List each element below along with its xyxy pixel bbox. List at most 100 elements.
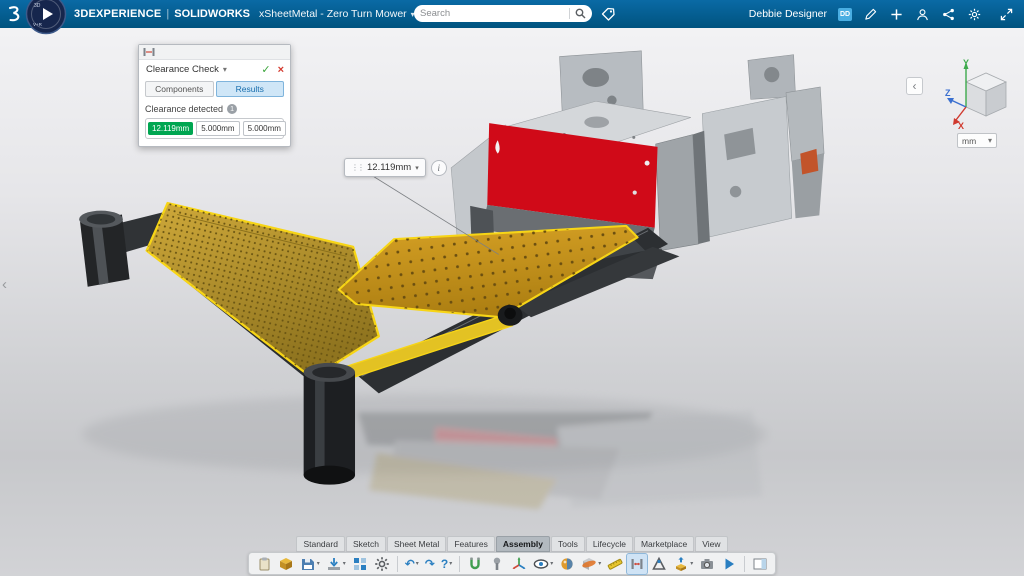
display-panel-icon [752,556,768,572]
left-panel-chevron[interactable]: ‹ [2,276,7,293]
component-icon [278,556,294,572]
top-app-bar: 3D V+R 3DEXPERIENCE | SOLIDWORKS xSheetM… [0,0,1024,28]
units-dropdown[interactable]: mm ▾ [957,133,997,148]
toolbar-separator [744,556,745,572]
section-caret-icon: ▾ [598,560,601,567]
appearance-button[interactable] [557,554,577,574]
drag-handle[interactable]: ⋮⋮ [351,163,363,172]
search-input[interactable] [420,8,564,19]
import-icon [326,556,342,572]
search-icon[interactable] [575,8,586,19]
undo-caret-icon: ▾ [416,560,419,567]
fullscreen-expand-icon[interactable] [999,7,1014,22]
model-reflection [358,410,762,509]
dialog-title-caret-icon[interactable]: ▾ [223,65,227,74]
model-front-post[interactable] [304,363,355,485]
cancel-button[interactable]: × [278,64,284,76]
help-button[interactable]: ? ▾ [439,554,454,574]
user-avatar-badge[interactable]: DD [838,8,852,21]
status-label: Clearance detected [145,104,223,114]
fastener-button[interactable] [487,554,507,574]
tab-results[interactable]: Results [216,81,285,97]
pattern-button[interactable] [350,554,370,574]
undo-button[interactable]: ↶ ▾ [403,554,421,574]
toolbar-separator [397,556,398,572]
redo-button[interactable]: ↷ [423,554,437,574]
clearance-value-chip[interactable]: 12.119mm [148,122,193,135]
svg-text:X: X [958,121,964,130]
hide-show-caret-icon: ▾ [550,560,553,567]
app-title-dropdown[interactable]: xSheetMetal - Zero Turn Mower ▾ [259,8,415,20]
tab-tools[interactable]: Tools [551,536,585,552]
min-clearance-chip-2[interactable]: 5.000mm [243,121,286,136]
insert-component-button[interactable] [276,554,296,574]
toolbar-separator [459,556,460,572]
paste-button[interactable] [254,554,274,574]
save-icon [300,556,316,572]
edit-icon[interactable] [863,7,878,22]
tab-marketplace[interactable]: Marketplace [634,536,694,552]
paste-icon [256,556,272,572]
tab-sketch[interactable]: Sketch [346,536,386,552]
exploded-view-button[interactable]: ▾ [671,554,695,574]
units-value: mm [962,136,976,146]
min-clearance-chip-1[interactable]: 5.000mm [196,121,239,136]
tab-components[interactable]: Components [145,81,214,97]
section-view-button[interactable]: ▾ [579,554,603,574]
tab-lifecycle[interactable]: Lifecycle [586,536,633,552]
appearance-ball-icon [559,556,575,572]
undo-icon: ↶ [405,558,415,570]
tab-view[interactable]: View [695,536,727,552]
settings-button[interactable] [372,554,392,574]
hide-show-button[interactable]: ▾ [531,554,555,574]
share-icon[interactable] [941,7,956,22]
tag-icon[interactable] [601,7,615,21]
exploded-view-icon [673,556,689,572]
model-left-post[interactable] [79,211,129,287]
ribbon-tab-strip: Standard Sketch Sheet Metal Features Ass… [0,536,1024,552]
info-icon[interactable]: i [431,160,447,176]
import-button[interactable]: ▾ [324,554,348,574]
import-caret-icon: ▾ [343,560,346,567]
confirm-button[interactable]: ✓ [261,63,270,76]
tab-sheet-metal[interactable]: Sheet Metal [387,536,446,552]
mate-icon [467,556,483,572]
snapshot-button[interactable] [697,554,717,574]
user-icon[interactable] [915,7,930,22]
right-panel-chevron[interactable]: ‹ [906,77,923,95]
svg-text:V+R: V+R [33,22,43,27]
view-cube[interactable]: Y Z X [944,56,1016,130]
callout-caret-icon[interactable]: ▾ [415,164,419,172]
measure-button[interactable] [605,554,625,574]
svg-text:Y: Y [963,58,969,68]
tab-features[interactable]: Features [447,536,495,552]
add-icon[interactable] [889,7,904,22]
move-triad-icon [511,556,527,572]
mate-button[interactable] [465,554,485,574]
dialog-minibar [139,45,290,60]
search-bar[interactable] [414,5,592,22]
mass-properties-button[interactable] [649,554,669,574]
help-icon: ? [441,558,448,570]
tab-assembly[interactable]: Assembly [496,536,550,552]
tab-standard[interactable]: Standard [296,536,345,552]
clearance-check-button[interactable] [627,554,647,574]
3ds-logo-icon[interactable] [7,5,23,23]
move-component-button[interactable] [509,554,529,574]
compass-icon[interactable]: 3D V+R [25,0,67,35]
gear-icon[interactable] [967,7,982,22]
exploded-caret-icon: ▾ [690,560,693,567]
mass-properties-icon [651,556,667,572]
camera-icon [699,556,715,572]
display-panel-button[interactable] [750,554,770,574]
user-name[interactable]: Debbie Designer [749,8,827,20]
play-button[interactable] [719,554,739,574]
fastener-icon [489,556,505,572]
callout-value: 12.119mm [367,162,411,173]
model-hub[interactable] [498,305,523,326]
clearance-check-icon [143,47,155,57]
clearance-check-dialog: Clearance Check ▾ ✓ × Components Results… [138,44,291,147]
brand-divider: | [166,8,169,20]
measure-icon [607,556,623,572]
save-button[interactable]: ▾ [298,554,322,574]
